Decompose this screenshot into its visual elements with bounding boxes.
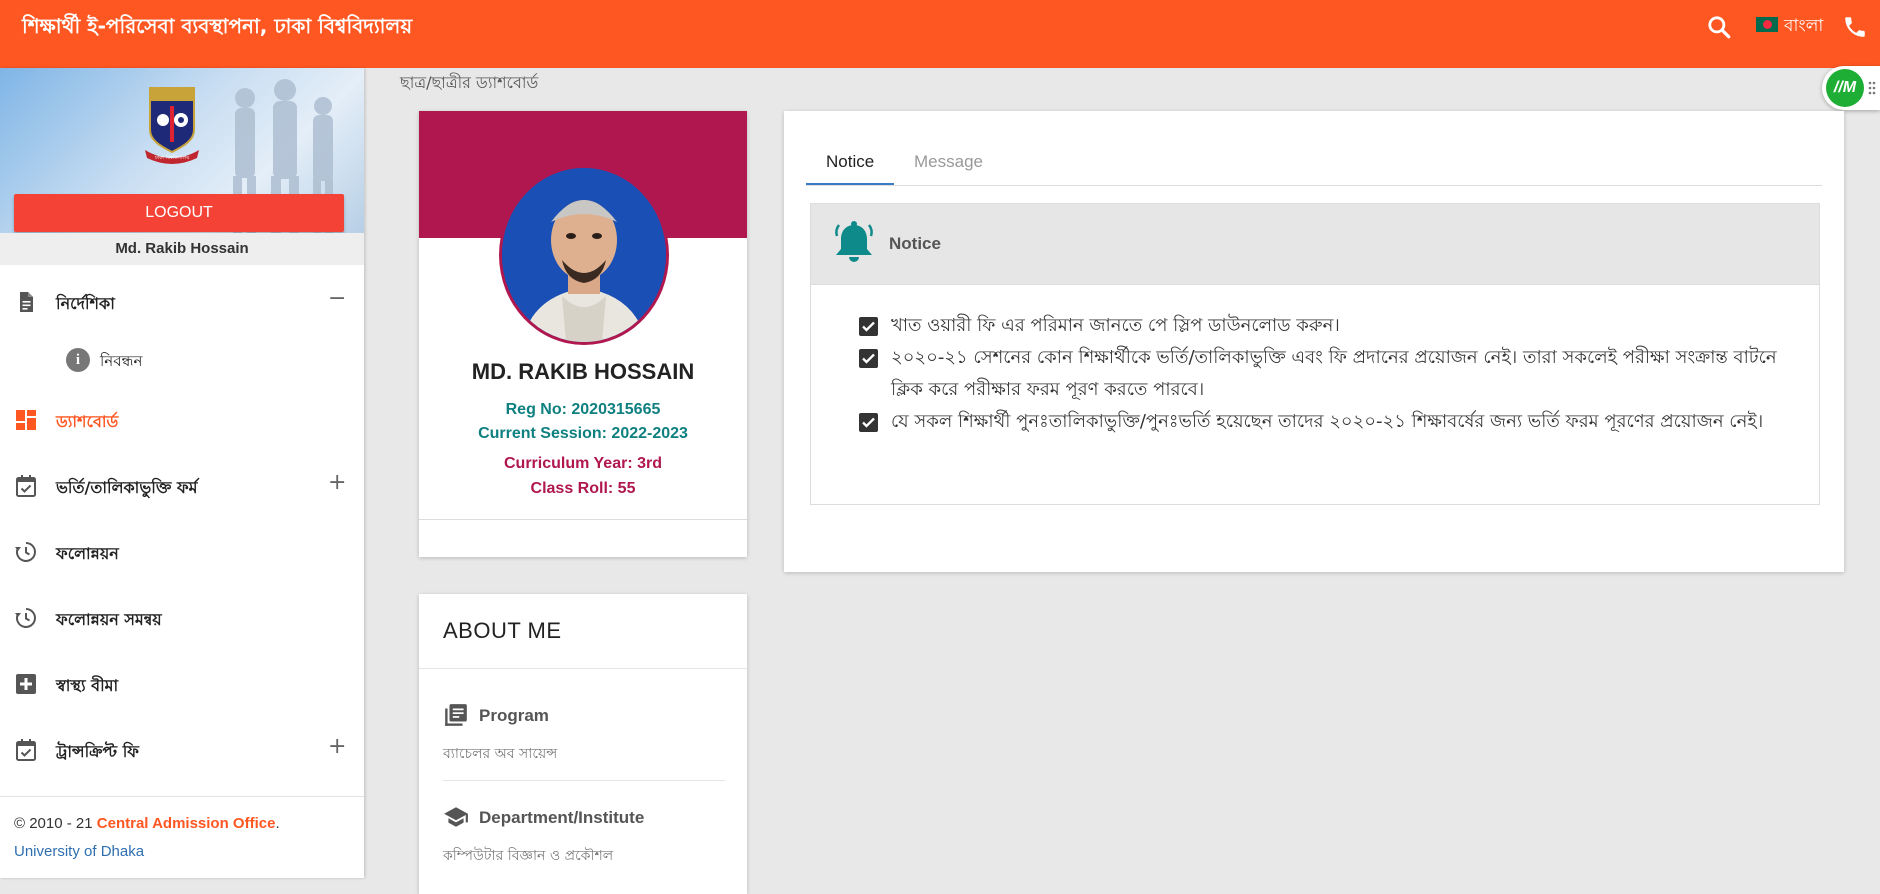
central-admission-link[interactable]: Central Admission Office — [97, 815, 276, 832]
logout-button[interactable]: LOGOUT — [14, 194, 344, 232]
sidebar-item-guideline[interactable]: নির্দেশিকা − — [0, 278, 364, 326]
history-icon — [15, 542, 36, 562]
widget-logo[interactable]: //M — [1826, 69, 1864, 107]
info-icon: i — [66, 348, 90, 372]
sidebar-footer: © 2010 - 21 Central Admission Office. Un… — [0, 796, 364, 879]
sidebar-item-label: ট্রান্সক্রিপ্ট ফি — [56, 742, 139, 761]
divider — [443, 780, 725, 781]
library-books-icon — [445, 704, 467, 726]
sidebar-item-label: ড্যাশবোর্ড — [56, 412, 119, 431]
sidebar-item-label: ফলোন্নয়ন — [56, 544, 119, 563]
avatar — [502, 168, 666, 342]
sidebar-item-dashboard[interactable]: ড্যাশবোর্ড — [0, 396, 364, 444]
calendar-check-icon — [16, 475, 36, 497]
notice-panel-title: Notice — [889, 234, 941, 253]
checkbox-checked-icon — [859, 413, 878, 432]
notice-panel-header: Notice — [811, 204, 1819, 285]
tab-message[interactable]: Message — [894, 149, 1003, 185]
tab-bar: Notice Message — [806, 149, 1822, 186]
expand-icon[interactable]: + — [328, 734, 346, 759]
divider — [419, 668, 747, 669]
search-icon[interactable] — [1706, 14, 1732, 40]
collapse-icon[interactable]: − — [328, 286, 346, 311]
tab-notice[interactable]: Notice — [806, 149, 895, 185]
curriculum-year: Curriculum Year: 3rd — [504, 455, 662, 472]
notice-panel: Notice খাত ওয়ারী ফি এর পরিমান জানতে পে … — [810, 203, 1820, 505]
sidebar-subitem-label: নিবন্ধন — [100, 352, 143, 370]
divider — [419, 519, 747, 520]
sidebar-subitem-registration[interactable]: i নিবন্ধন — [0, 338, 364, 382]
list-item: খাত ওয়ারী ফি এর পরিমান জানতে পে স্লিপ ড… — [859, 310, 1799, 342]
university-link[interactable]: University of Dhaka — [14, 843, 144, 860]
about-card: ABOUT ME Program ব্যাচেলর অব সায়েন্স De… — [419, 594, 747, 894]
bell-icon — [835, 221, 873, 262]
copyright-text: © 2010 - 21 Central Admission Office. — [14, 815, 280, 832]
bangladesh-flag-icon[interactable] — [1756, 17, 1778, 32]
list-item: যে সকল শিক্ষার্থী পুনঃতালিকাভুক্তি/পুনঃভ… — [859, 406, 1799, 438]
floating-widget[interactable]: //M — [1822, 66, 1880, 110]
checkbox-checked-icon — [859, 349, 878, 368]
checkbox-checked-icon — [859, 317, 878, 336]
sidebar-item-label: ফলোন্নয়ন সমন্বয় — [56, 610, 162, 629]
drag-handle-icon[interactable] — [1868, 80, 1876, 96]
department-value: কম্পিউটার বিজ্ঞান ও প্রকৌশল — [443, 848, 614, 864]
program-label: Program — [479, 706, 549, 725]
list-item: ২০২০-২১ সেশনের কোন শিক্ষার্থীকে ভর্তি/তা… — [859, 342, 1799, 406]
document-icon — [20, 292, 33, 312]
sidebar-item-label: নির্দেশিকা — [56, 294, 115, 313]
sidebar-item-improvement-coordination[interactable]: ফলোন্নয়ন সমন্বয় — [0, 594, 364, 642]
notice-list: খাত ওয়ারী ফি এর পরিমান জানতে পে স্লিপ ড… — [859, 310, 1799, 438]
copyright-years: © 2010 - 21 — [14, 815, 97, 832]
plus-box-icon — [16, 674, 36, 694]
dashboard-icon — [16, 410, 36, 430]
current-session: Current Session: 2022-2023 — [478, 425, 688, 442]
reg-number: Reg No: 2020315665 — [505, 401, 661, 418]
sidebar-item-admission-form[interactable]: ভর্তি/তালিকাভুক্তি ফর্ম + — [0, 462, 364, 510]
student-name: MD. RAKIB HOSSAIN — [471, 359, 695, 384]
sidebar-item-health-insurance[interactable]: স্বাস্থ্য বীমা — [0, 660, 364, 708]
user-name: Md. Rakib Hossain — [0, 233, 364, 265]
breadcrumb: ছাত্র/ছাত্রীর ড্যাশবোর্ড — [400, 73, 539, 92]
notice-text: খাত ওয়ারী ফি এর পরিমান জানতে পে স্লিপ ড… — [891, 315, 1340, 336]
sidebar-item-improvement[interactable]: ফলোন্নয়ন — [0, 528, 364, 576]
copyright-period: . — [275, 815, 280, 832]
university-logo: ঢাকা বিশ্ববিদ্যালয় — [145, 87, 199, 164]
expand-icon[interactable]: + — [328, 470, 346, 495]
notice-text: যে সকল শিক্ষার্থী পুনঃতালিকাভুক্তি/পুনঃভ… — [891, 411, 1764, 432]
graduation-cap-icon — [444, 807, 468, 827]
class-roll: Class Roll: 55 — [530, 480, 636, 497]
calendar-check-icon — [16, 739, 36, 761]
sidebar-item-transcript-fee[interactable]: ট্রান্সক্রিপ্ট ফি + — [0, 726, 364, 774]
program-value: ব্যাচেলর অব সায়েন্স — [443, 746, 558, 762]
notice-text: ২০২০-২১ সেশনের কোন শিক্ষার্থীকে ভর্তি/তা… — [891, 347, 1777, 400]
top-bar: শিক্ষার্থী ই-পরিসেবা ব্যবস্থাপনা, ঢাকা ব… — [0, 0, 1880, 68]
sidebar-banner: ঢাকা বিশ্ববিদ্যালয় LOGOUT — [0, 68, 364, 233]
language-switch[interactable]: বাংলা — [1784, 13, 1823, 41]
profile-photo — [499, 165, 669, 345]
profile-card: MD. RAKIB HOSSAIN Reg No: 2020315665 Cur… — [419, 111, 747, 557]
sidebar: ঢাকা বিশ্ববিদ্যালয় LOGOUT Md. Rakib Hos… — [0, 68, 364, 878]
sidebar-item-label: ভর্তি/তালিকাভুক্তি ফর্ম — [56, 478, 198, 497]
sidebar-item-label: স্বাস্থ্য বীমা — [56, 676, 119, 695]
logo-ribbon-text: ঢাকা বিশ্ববিদ্যালয় — [154, 155, 190, 161]
history-icon — [15, 608, 36, 628]
notice-card: Notice Message Notice খাত ওয়ারী ফি এর প… — [784, 111, 1844, 572]
department-label: Department/Institute — [479, 808, 645, 827]
phone-icon[interactable] — [1842, 14, 1868, 40]
app-title: শিক্ষার্থী ই-পরিসেবা ব্যবস্থাপনা, ঢাকা ব… — [22, 14, 413, 38]
about-title: ABOUT ME — [443, 618, 562, 643]
